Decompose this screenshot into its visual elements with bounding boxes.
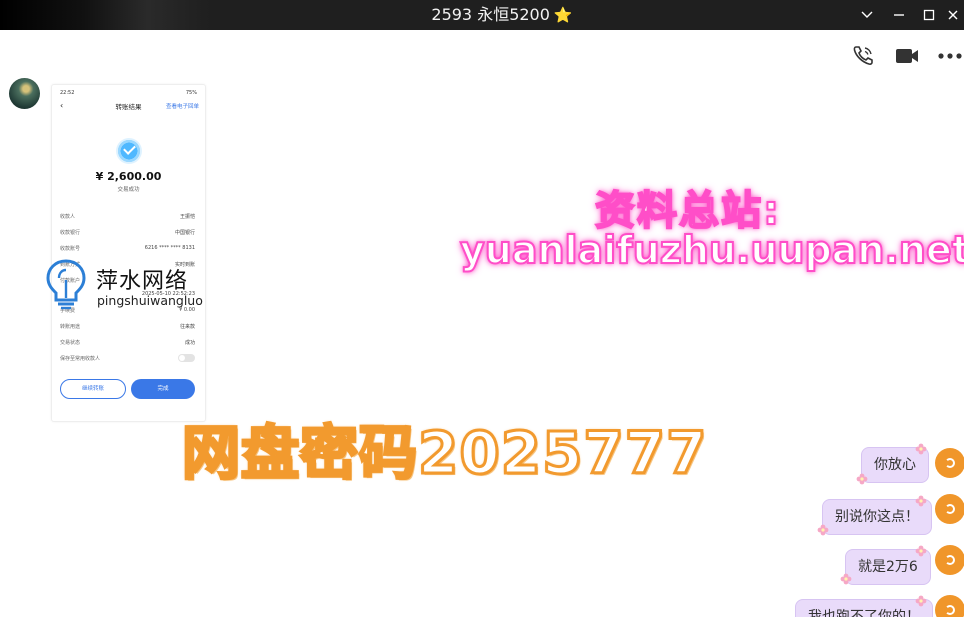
flower-icon <box>915 443 927 455</box>
flower-icon <box>817 524 829 536</box>
watermark-pinyin: pingshuiwangluo <box>97 293 203 308</box>
flower-icon <box>915 545 927 557</box>
detail-value: 6216 **** **** 8131 <box>144 245 195 251</box>
chevron-down-icon[interactable] <box>850 0 884 30</box>
detail-row: 收款银行 中国银行 <box>60 229 195 237</box>
my-avatar[interactable] <box>935 494 964 524</box>
message-text: 我也跑不了你的！ <box>808 609 920 617</box>
minimize-button[interactable] <box>882 0 916 30</box>
flower-icon <box>915 495 927 507</box>
detail-label: 交易状态 <box>60 340 81 346</box>
flower-icon <box>840 573 852 585</box>
message-bubble[interactable]: 我也跑不了你的！ <box>795 599 933 617</box>
detail-row: 收款账号 6216 **** **** 8131 <box>60 245 195 253</box>
chat-title-text: 2593 永恒5200 <box>431 5 550 24</box>
phone-status-time: 22:52 <box>60 90 75 96</box>
avatar-glyph-icon <box>945 504 955 514</box>
more-icon[interactable] <box>935 42 964 70</box>
detail-row: 转账用途 往来款 <box>60 323 195 331</box>
phone-icon[interactable] <box>848 42 878 70</box>
title-bar: 2593 永恒5200 ⭐ <box>0 0 964 30</box>
detail-label: 收款账号 <box>60 246 81 252</box>
save-payee-toggle <box>178 354 195 362</box>
detail-label: 收款人 <box>60 214 76 220</box>
detail-row: 保存至常用收款人 <box>60 355 195 363</box>
continue-transfer-button: 继续转账 <box>60 379 126 399</box>
message-text: 你放心 <box>874 457 916 473</box>
success-check-icon <box>116 138 142 164</box>
detail-value: 王振恺 <box>179 214 195 220</box>
transfer-amount: ¥ 2,600.00 <box>95 170 162 183</box>
detail-value: 往来款 <box>179 324 195 330</box>
contact-avatar[interactable] <box>9 78 40 109</box>
flower-icon <box>856 473 868 485</box>
detail-value: 成功 <box>184 340 195 346</box>
promo-password: 网盘密码2025777 <box>181 418 708 489</box>
promo-url: yuanlaifuzhu.uupan.net <box>459 227 964 273</box>
detail-value: 中国银行 <box>174 230 195 236</box>
detail-label: 收款银行 <box>60 230 81 236</box>
avatar-glyph-icon <box>945 555 955 565</box>
watermark-name: 萍水网络 <box>96 269 189 294</box>
avatar-glyph-icon <box>945 458 955 468</box>
star-icon: ⭐ <box>553 6 573 24</box>
back-arrow-icon: ‹ <box>60 101 64 110</box>
my-avatar[interactable] <box>935 448 964 478</box>
message-text: 别说你这点！ <box>835 509 919 525</box>
detail-row: 收款人 王振恺 <box>60 213 195 221</box>
close-button[interactable] <box>936 0 964 30</box>
transfer-screenshot-image[interactable]: 22:52 75% ‹ 转账结果 查看电子回单 ¥ 2,600.00 交易成功 … <box>51 84 206 422</box>
my-avatar[interactable] <box>935 545 964 575</box>
avatar-glyph-icon <box>945 605 955 615</box>
message-text: 就是2万6 <box>858 559 918 575</box>
detail-label: 转账用途 <box>60 324 81 330</box>
my-avatar[interactable] <box>935 595 964 617</box>
phone-header: ‹ 转账结果 查看电子回单 <box>52 101 205 113</box>
flower-icon <box>915 595 927 607</box>
chat-title: 2593 永恒5200 ⭐ <box>0 0 964 30</box>
video-icon[interactable] <box>892 42 922 70</box>
detail-row: 交易状态 成功 <box>60 339 195 347</box>
phone-status-battery: 75% <box>185 90 197 96</box>
bulb-icon <box>45 258 87 310</box>
detail-label: 保存至常用收款人 <box>60 356 101 362</box>
phone-header-link: 查看电子回单 <box>165 104 199 110</box>
transfer-status: 交易成功 <box>117 187 140 193</box>
phone-header-title: 转账结果 <box>115 103 142 111</box>
phone-status-bar: 22:52 75% <box>60 90 197 97</box>
chat-window: 2593 永恒5200 ⭐ 22:52 75% ‹ 转账结果 查看电子回单 ¥ … <box>0 0 964 617</box>
done-button: 完成 <box>131 379 195 399</box>
